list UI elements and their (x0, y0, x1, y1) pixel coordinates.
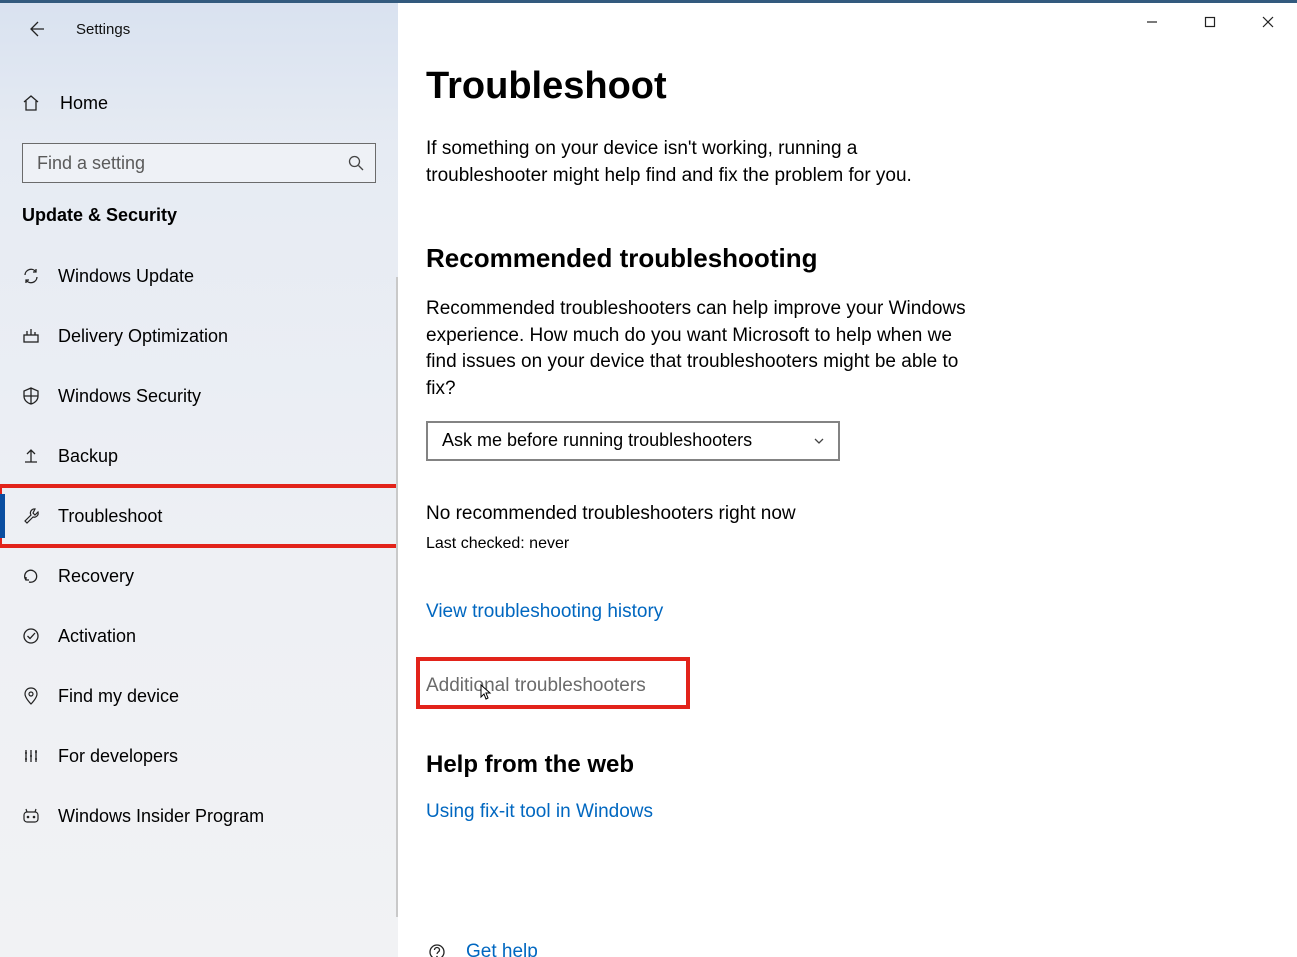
sync-icon (20, 265, 42, 287)
cursor-icon (478, 683, 494, 703)
backup-icon (20, 445, 42, 467)
fixit-link[interactable]: Using fix-it tool in Windows (426, 801, 653, 823)
home-nav[interactable]: Home (0, 83, 398, 123)
dropdown-value: Ask me before running troubleshooters (442, 430, 752, 451)
nav-recovery[interactable]: Recovery (0, 546, 398, 606)
category-heading: Update & Security (0, 183, 398, 226)
nav-activation[interactable]: Activation (0, 606, 398, 666)
check-circle-icon (20, 625, 42, 647)
search-icon (347, 154, 365, 172)
nav-windows-insider[interactable]: Windows Insider Program (0, 786, 398, 846)
status-text: No recommended troubleshooters right now (426, 503, 1257, 525)
nav-windows-update[interactable]: Windows Update (0, 246, 398, 306)
chevron-down-icon (812, 434, 826, 448)
nav-find-my-device[interactable]: Find my device (0, 666, 398, 726)
help-icon (426, 941, 448, 957)
maximize-button[interactable] (1181, 3, 1239, 41)
window-controls (1123, 3, 1297, 41)
nav-for-developers[interactable]: For developers (0, 726, 398, 786)
additional-link-label: Additional troubleshooters (426, 675, 646, 696)
last-checked: Last checked: never (426, 535, 1257, 553)
get-help-link[interactable]: Get help (426, 941, 538, 957)
nav-delivery-optimization[interactable]: Delivery Optimization (0, 306, 398, 366)
home-icon (20, 92, 42, 114)
nav-label: Recovery (58, 566, 134, 587)
app-title: Settings (76, 21, 130, 38)
nav-label: Find my device (58, 686, 179, 707)
page-title: Troubleshoot (426, 65, 1257, 108)
nav-label: For developers (58, 746, 178, 767)
search-box[interactable] (22, 143, 376, 183)
location-icon (20, 685, 42, 707)
sidebar-nav: Windows Update Delivery Optimization Win… (0, 246, 398, 846)
shield-icon (20, 385, 42, 407)
back-button[interactable] (16, 9, 56, 49)
recovery-icon (20, 565, 42, 587)
delivery-icon (20, 325, 42, 347)
nav-label: Delivery Optimization (58, 326, 228, 347)
section-recommended-desc: Recommended troubleshooters can help imp… (426, 296, 966, 402)
minimize-button[interactable] (1123, 3, 1181, 41)
nav-label: Windows Security (58, 386, 201, 407)
nav-label: Backup (58, 446, 118, 467)
additional-troubleshooters-link[interactable]: Additional troubleshooters (426, 675, 646, 697)
get-help-label: Get help (466, 941, 538, 957)
nav-windows-security[interactable]: Windows Security (0, 366, 398, 426)
section-recommended-title: Recommended troubleshooting (426, 243, 1257, 274)
history-link[interactable]: View troubleshooting history (426, 601, 663, 623)
nav-label: Troubleshoot (58, 506, 162, 527)
troubleshoot-preference-dropdown[interactable]: Ask me before running troubleshooters (426, 421, 840, 461)
page-intro: If something on your device isn't workin… (426, 136, 966, 189)
nav-troubleshoot[interactable]: Troubleshoot (0, 486, 398, 546)
insider-icon (20, 805, 42, 827)
main-content: Troubleshoot If something on your device… (398, 3, 1297, 957)
home-label: Home (60, 93, 108, 114)
nav-backup[interactable]: Backup (0, 426, 398, 486)
nav-label: Windows Update (58, 266, 194, 287)
help-heading: Help from the web (426, 751, 1257, 779)
wrench-icon (20, 505, 42, 527)
search-input[interactable] (35, 152, 347, 175)
developer-icon (20, 745, 42, 767)
nav-label: Activation (58, 626, 136, 647)
close-button[interactable] (1239, 3, 1297, 41)
nav-label: Windows Insider Program (58, 806, 264, 827)
